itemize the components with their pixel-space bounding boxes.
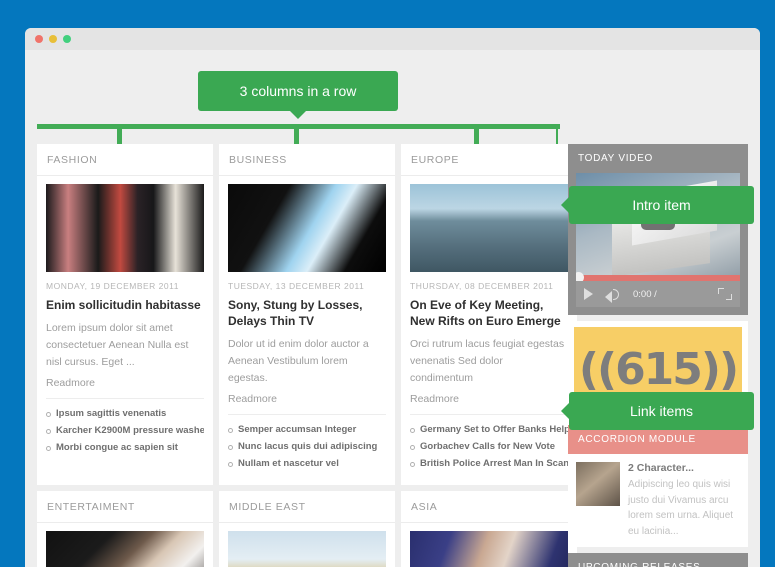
- list-item[interactable]: Germany Set to Offer Banks Help on: [410, 424, 568, 435]
- card-category-label: EUROPE: [401, 144, 577, 176]
- card-category-label: ENTERTAIMENT: [37, 491, 213, 524]
- volume-icon[interactable]: [605, 288, 621, 303]
- card-title[interactable]: Sony, Stung by Losses, Delays Thin TV: [228, 297, 386, 329]
- browser-window: 3 columns in a row Intro item Link items…: [25, 28, 760, 567]
- card-date: THURSDAY, 08 DECEMBER 2011: [410, 281, 554, 291]
- callout-intro-item: Intro item: [561, 186, 754, 224]
- card-thumbnail[interactable]: [228, 184, 386, 272]
- list-item[interactable]: British Police Arrest Man In Scandal: [410, 458, 568, 469]
- card-link-list: Semper accumsan Integer Nunc lacus quis …: [228, 414, 386, 469]
- list-item[interactable]: Karcher K2900M pressure washer: [46, 425, 204, 436]
- card-title[interactable]: Enim sollicitudin habitasse: [46, 297, 204, 313]
- list-item[interactable]: Nullam et nascetur vel: [228, 458, 386, 469]
- callout-link-items: Link items: [561, 392, 754, 430]
- list-item[interactable]: Semper accumsan Integer: [228, 424, 386, 435]
- page-canvas: 3 columns in a row Intro item Link items…: [25, 50, 760, 567]
- minimize-dot[interactable]: [49, 35, 57, 43]
- readmore-link[interactable]: Readmore: [46, 377, 204, 389]
- article-card-fashion[interactable]: FASHION MONDAY, 19 DECEMBER 2011 Enim so…: [37, 144, 213, 486]
- close-dot[interactable]: [35, 35, 43, 43]
- article-card-entertainment[interactable]: ENTERTAIMENT TUESDAY, 13 DECEMBER 2011: [37, 491, 213, 567]
- card-date: MONDAY, 19 DECEMBER 2011: [46, 281, 179, 291]
- module-title: UPCOMING RELEASES: [568, 553, 748, 567]
- card-thumbnail[interactable]: [410, 184, 568, 272]
- article-card-business[interactable]: BUSINESS TUESDAY, 13 DECEMBER 2011 Sony,…: [219, 144, 395, 486]
- list-item[interactable]: Morbi congue ac sapien sit: [46, 442, 204, 453]
- card-thumbnail[interactable]: [410, 531, 568, 567]
- card-date: TUESDAY, 13 DECEMBER 2011: [228, 281, 365, 291]
- video-time-label: 0:00 /: [633, 288, 657, 300]
- maximize-dot[interactable]: [63, 35, 71, 43]
- accordion-item-title[interactable]: 2 Character...: [628, 462, 740, 474]
- banner-text: ((615)): [578, 344, 739, 395]
- accordion-thumbnail[interactable]: [576, 462, 620, 506]
- readmore-link[interactable]: Readmore: [410, 393, 568, 405]
- card-thumbnail[interactable]: [228, 531, 386, 567]
- list-item[interactable]: Ipsum sagittis venenatis: [46, 408, 204, 419]
- callout-3-columns: 3 columns in a row: [198, 71, 398, 119]
- card-thumbnail[interactable]: [46, 531, 204, 567]
- video-controls: 0:00 /: [576, 281, 740, 307]
- video-progress-bar[interactable]: [576, 272, 740, 281]
- accordion-body[interactable]: 2 Character... Adipiscing leo quis wisi …: [568, 454, 748, 547]
- accordion-item-description: Adipiscing leo quis wisi justo dui Vivam…: [628, 479, 734, 537]
- fullscreen-icon[interactable]: [718, 288, 732, 300]
- module-title: TODAY VIDEO: [568, 144, 748, 173]
- card-excerpt: Lorem ipsum dolor sit amet consectetuer …: [46, 322, 189, 369]
- readmore-link[interactable]: Readmore: [228, 393, 386, 405]
- card-category-label: FASHION: [37, 144, 213, 176]
- card-category-label: ASIA: [401, 491, 577, 524]
- accordion-module: ACCORDION MODULE 2 Character... Adipisci…: [568, 425, 748, 547]
- browser-titlebar: [25, 28, 760, 50]
- today-video-module: TODAY VIDEO 0:00 /: [568, 144, 748, 315]
- article-card-europe[interactable]: EUROPE THURSDAY, 08 DECEMBER 2011 On Eve…: [401, 144, 577, 486]
- list-item[interactable]: Nunc lacus quis dui adipiscing: [228, 441, 386, 452]
- card-title[interactable]: On Eve of Key Meeting, New Rifts on Euro…: [410, 297, 568, 329]
- card-category-label: MIDDLE EAST: [219, 491, 395, 524]
- video-progress-knob[interactable]: [576, 272, 584, 281]
- card-thumbnail[interactable]: [46, 184, 204, 272]
- card-link-list: Germany Set to Offer Banks Help on Gorba…: [410, 414, 568, 469]
- card-category-label: BUSINESS: [219, 144, 395, 176]
- card-excerpt: Orci rutrum lacus feugiat egestas venena…: [410, 338, 565, 385]
- upcoming-releases-module: UPCOMING RELEASES: [568, 553, 748, 567]
- article-card-asia[interactable]: ASIA TUESDAY, 13 DECEMBER 2011: [401, 491, 577, 567]
- card-excerpt: Dolor ut id enim dolor auctor a Aenean V…: [228, 338, 369, 385]
- play-icon[interactable]: [584, 288, 593, 300]
- list-item[interactable]: Gorbachev Calls for New Vote: [410, 441, 568, 452]
- card-link-list: Ipsum sagittis venenatis Karcher K2900M …: [46, 398, 204, 453]
- article-card-middle-east[interactable]: MIDDLE EAST TUESDAY, 13 DECEMBER 2011: [219, 491, 395, 567]
